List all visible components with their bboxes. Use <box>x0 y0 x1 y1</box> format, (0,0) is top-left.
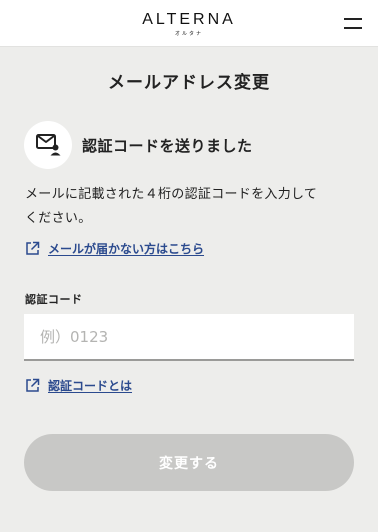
verification-code-input[interactable] <box>24 314 354 361</box>
code-field-label: 認証コード <box>25 293 83 306</box>
instruction-line-2: ください。 <box>25 211 92 226</box>
external-link-icon <box>26 241 40 255</box>
what-is-code-link[interactable]: 認証コードとは <box>25 377 132 394</box>
what-is-code-link-label[interactable]: 認証コードとは <box>48 377 132 394</box>
app-header: ALTERNA オルタナ <box>0 0 378 47</box>
mail-notification-icon <box>24 121 72 169</box>
external-link-icon <box>26 378 40 392</box>
code-sent-heading: 認証コードを送りました <box>82 137 253 155</box>
instruction-text: メールに記載された４桁の認証コードを入力して ください。 <box>25 183 355 231</box>
instruction-line-1: メールに記載された４桁の認証コードを入力して <box>25 187 318 202</box>
mail-not-arrived-link-label[interactable]: メールが届かない方はこちら <box>48 240 204 257</box>
hamburger-icon[interactable] <box>344 16 362 30</box>
logo-subtext: オルタナ <box>174 31 203 37</box>
logo-text: ALTERNA <box>142 11 236 28</box>
page-title: メールアドレス変更 <box>108 73 270 93</box>
change-submit-button[interactable]: 変更する <box>24 434 354 491</box>
mail-not-arrived-link[interactable]: メールが届かない方はこちら <box>25 240 204 257</box>
logo[interactable]: ALTERNA オルタナ <box>0 11 378 37</box>
